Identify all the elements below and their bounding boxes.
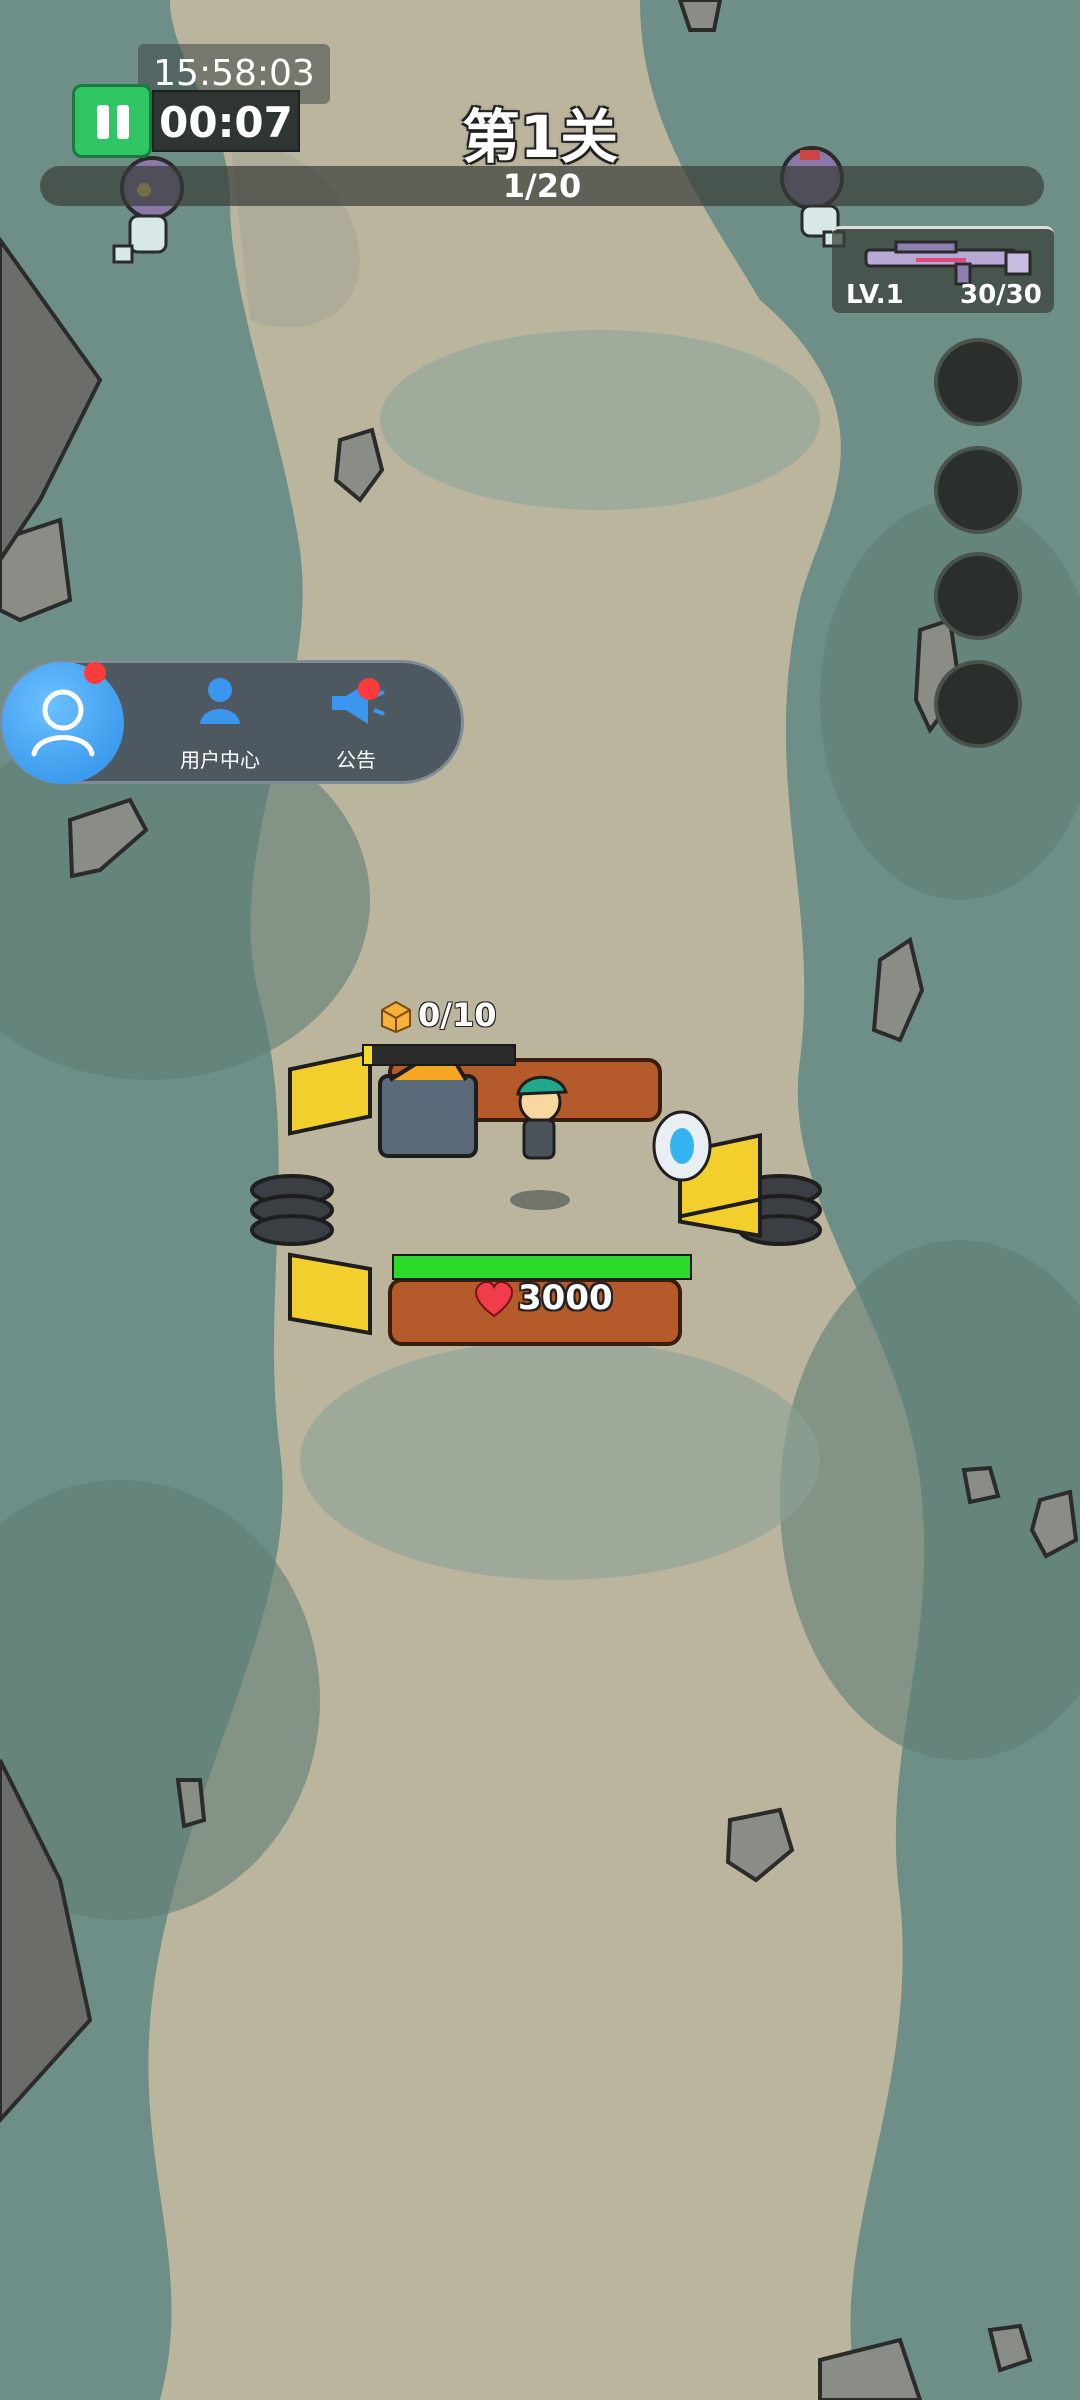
level-title: 第1关 <box>461 103 619 171</box>
wave-progress-text: 1/20 <box>502 167 582 205</box>
base-hp-bar <box>392 1254 692 1280</box>
crate-icon <box>381 1000 411 1034</box>
crate-progress-fill <box>364 1046 372 1064</box>
base-hp-value: 3000 <box>518 1278 613 1318</box>
user-avatar-button[interactable] <box>2 662 124 784</box>
heart-icon <box>474 1282 514 1318</box>
weapon-ammo: 30/30 <box>960 280 1042 310</box>
notice-button[interactable]: 公告 <box>296 676 416 776</box>
notice-label: 公告 <box>336 748 376 772</box>
skill-slot-4[interactable] <box>934 660 1022 748</box>
weapon-level: LV.1 <box>846 280 904 310</box>
crate-counter: 0/10 <box>418 996 497 1034</box>
notice-dot <box>358 678 380 700</box>
skill-slot-1[interactable] <box>934 338 1022 426</box>
crate-progress-bar <box>362 1044 516 1066</box>
user-center-button[interactable]: 用户中心 <box>160 676 280 776</box>
skill-slot-2[interactable] <box>934 446 1022 534</box>
pause-icon <box>97 105 109 139</box>
user-center-icon <box>200 678 240 724</box>
pause-button[interactable] <box>72 84 152 158</box>
notification-dot <box>84 662 106 684</box>
skill-slot-3[interactable] <box>934 552 1022 640</box>
barricade-base <box>250 1049 822 1346</box>
user-icon <box>31 689 95 757</box>
base-hp-fill <box>394 1256 690 1278</box>
pause-icon-bar <box>117 105 129 139</box>
user-center-label: 用户中心 <box>180 748 260 772</box>
game-timer: 00:07 <box>152 90 300 152</box>
